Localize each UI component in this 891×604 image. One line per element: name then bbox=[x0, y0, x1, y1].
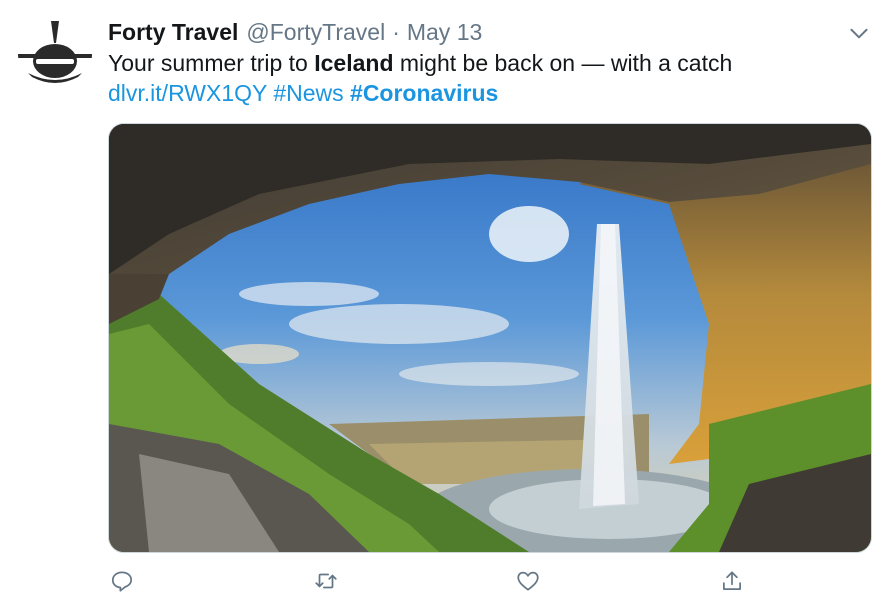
retweet-button[interactable] bbox=[311, 566, 341, 596]
separator-dot: · bbox=[392, 19, 400, 45]
reply-button[interactable] bbox=[107, 566, 137, 596]
tweet-text-part: might be back on — with a catch bbox=[393, 50, 733, 76]
tweet-date[interactable]: May 13 bbox=[407, 16, 482, 48]
shortened-link[interactable]: dlvr.it/RWX1QY bbox=[108, 80, 267, 106]
heart-icon bbox=[517, 571, 539, 591]
tweet-text-part: Your summer trip to bbox=[108, 50, 315, 76]
tweet-menu-button[interactable] bbox=[846, 20, 872, 46]
tweet-image[interactable] bbox=[108, 123, 872, 553]
reply-icon bbox=[111, 571, 133, 592]
waterfall-cave-photo bbox=[109, 124, 871, 552]
share-button[interactable] bbox=[717, 566, 747, 596]
retweet-icon bbox=[315, 573, 337, 589]
author-name[interactable]: Forty Travel bbox=[108, 16, 238, 48]
avatar[interactable] bbox=[18, 17, 92, 91]
author-handle[interactable]: @FortyTravel bbox=[246, 16, 385, 48]
tweet-header: Forty Travel @FortyTravel · May 13 bbox=[108, 16, 482, 48]
hashtag-coronavirus[interactable]: #Coronavirus bbox=[350, 80, 498, 106]
chevron-down-icon bbox=[850, 28, 868, 39]
tweet-text: Your summer trip to Iceland might be bac… bbox=[108, 48, 868, 79]
like-button[interactable] bbox=[513, 566, 543, 596]
airplane-logo-icon bbox=[18, 17, 92, 91]
tweet-text-bold: Iceland bbox=[314, 50, 394, 76]
tweet-card[interactable]: Forty Travel @FortyTravel · May 13 Your … bbox=[0, 0, 891, 604]
share-icon bbox=[723, 571, 741, 590]
tweet-links: dlvr.it/RWX1QY #News #Coronavirus bbox=[108, 78, 498, 109]
hashtag-news[interactable]: #News bbox=[273, 80, 343, 106]
